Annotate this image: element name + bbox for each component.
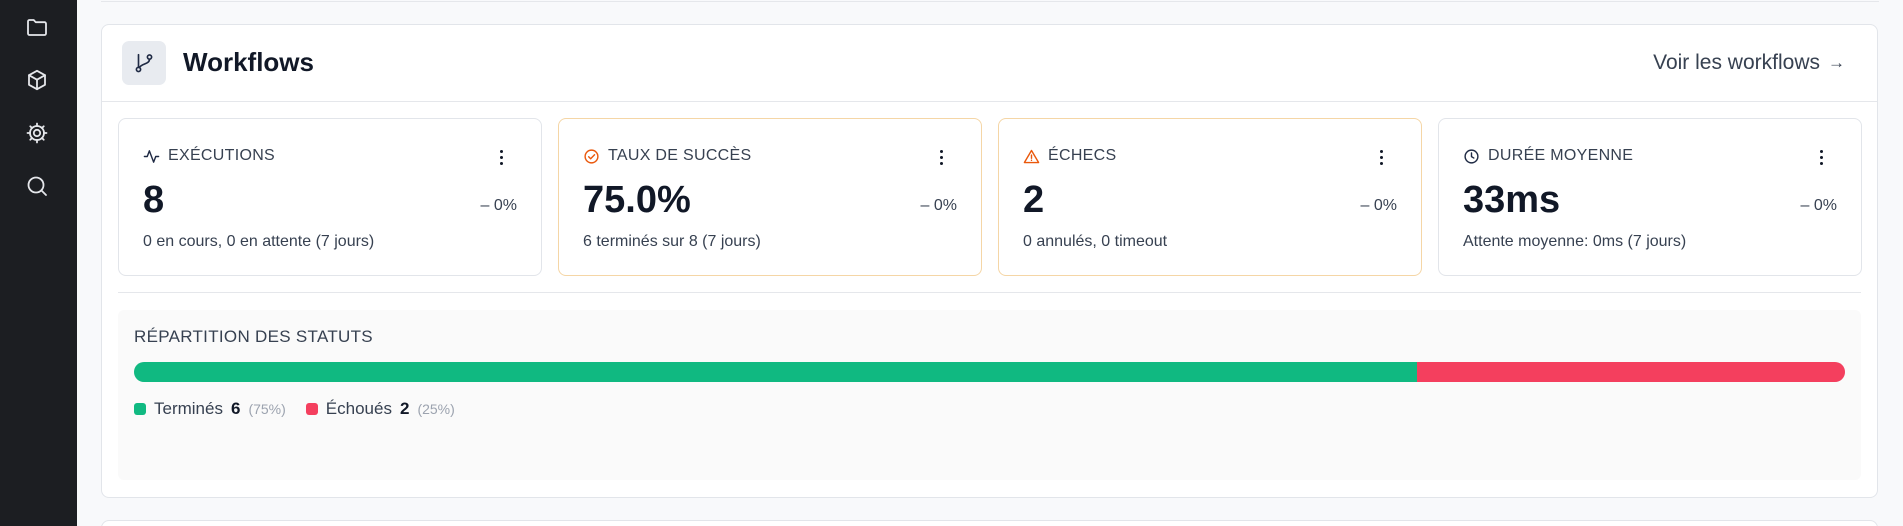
legend-percent: (75%) [248, 401, 286, 417]
search-icon [27, 176, 47, 196]
stat-label: EXÉCUTIONS [168, 147, 276, 164]
stat-subtext: 0 annulés, 0 timeout [1023, 233, 1168, 250]
more-options-icon[interactable] [1811, 147, 1831, 167]
stat-value: 33ms [1463, 179, 1561, 221]
legend-label: Échoués [325, 399, 392, 418]
folder-icon [27, 19, 47, 36]
status-distribution: RÉPARTITION DES STATUTS Terminés 6 (75%)… [118, 310, 1861, 480]
view-workflows-link[interactable]: Voir les workflows → [1653, 51, 1845, 75]
card-title: Workflows [183, 47, 314, 77]
stat-delta: – 0% [1360, 197, 1397, 214]
stat-value: 2 [1023, 179, 1045, 221]
workflows-card-header: Workflows Voir les workflows → [102, 25, 1877, 102]
more-options-icon[interactable] [491, 147, 511, 167]
clock-icon [1464, 148, 1479, 164]
stat-card-executions: EXÉCUTIONS 8 – 0% 0 en cours, 0 en atten… [118, 118, 542, 276]
distribution-title: RÉPARTITION DES STATUTS [134, 327, 373, 346]
view-workflows-label: Voir les workflows [1653, 51, 1820, 74]
more-options-icon[interactable] [1371, 147, 1391, 167]
legend-count: 6 [230, 399, 241, 418]
stat-value: 75.0% [583, 179, 691, 221]
stat-subtext: 6 terminés sur 8 (7 jours) [583, 233, 761, 250]
more-options-icon[interactable] [931, 147, 951, 167]
activity-icon [143, 149, 160, 163]
workflows-card: Workflows Voir les workflows → EXÉCUTION… [101, 24, 1878, 498]
sidebar [0, 0, 77, 526]
sidebar-item-folder[interactable] [20, 10, 54, 44]
git-branch-icon [135, 53, 153, 73]
legend-item-completed[interactable]: Terminés 6 (75%) [134, 399, 286, 419]
stat-delta: – 0% [920, 197, 957, 214]
stat-label: TAUX DE SUCCÈS [608, 147, 752, 164]
bar-segment-completed[interactable] [134, 362, 1418, 382]
main-content: Workflows Voir les workflows → EXÉCUTION… [77, 0, 1903, 526]
stat-value: 8 [143, 179, 165, 221]
legend-percent: (25%) [417, 401, 455, 417]
next-card-edge [101, 520, 1878, 526]
alert-triangle-icon [1023, 149, 1040, 163]
stat-card-failures: ÉCHECS 2 – 0% 0 annulés, 0 timeout [998, 118, 1422, 276]
sidebar-item-search[interactable] [20, 169, 54, 203]
gear-icon [26, 122, 48, 144]
sidebar-item-packages[interactable] [20, 63, 54, 97]
distribution-legend: Terminés 6 (75%) Échoués 2 (25%) [134, 399, 455, 419]
stat-card-average-duration: DURÉE MOYENNE 33ms – 0% Attente moyenne:… [1438, 118, 1862, 276]
stat-label: ÉCHECS [1048, 147, 1117, 164]
stat-delta: – 0% [480, 197, 517, 214]
stat-delta: – 0% [1800, 197, 1837, 214]
legend-label: Terminés [154, 399, 223, 418]
check-circle-icon [584, 148, 599, 164]
bar-segment-failed[interactable] [1417, 362, 1845, 382]
stat-subtext: Attente moyenne: 0ms (7 jours) [1463, 233, 1687, 250]
legend-item-failed[interactable]: Échoués 2 (25%) [305, 399, 455, 419]
arrow-right-icon: → [1828, 53, 1845, 72]
previous-card-edge [101, 0, 1879, 2]
cube-icon [28, 69, 46, 91]
legend-swatch [134, 403, 146, 415]
legend-swatch [305, 403, 318, 415]
sidebar-item-settings[interactable] [20, 116, 54, 150]
stat-card-success-rate: TAUX DE SUCCÈS 75.0% – 0% 6 terminés sur… [558, 118, 982, 276]
workflows-icon-tile [122, 41, 166, 85]
section-divider [118, 292, 1861, 293]
status-progress-bar [134, 362, 1845, 382]
legend-count: 2 [399, 399, 410, 418]
stat-label: DURÉE MOYENNE [1488, 147, 1634, 164]
stat-subtext: 0 en cours, 0 en attente (7 jours) [143, 233, 375, 250]
